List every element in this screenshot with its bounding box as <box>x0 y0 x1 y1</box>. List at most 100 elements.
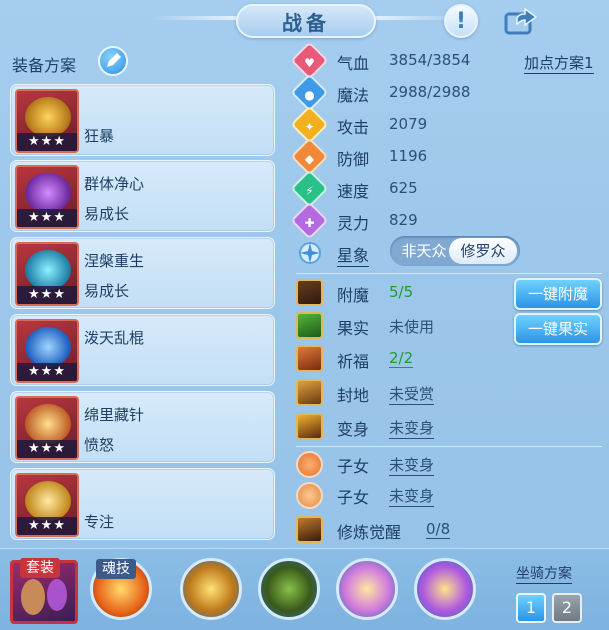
stat-value: 2079 <box>389 115 428 133</box>
aux-name: 果实 <box>337 319 370 338</box>
fruit-icon <box>296 312 323 339</box>
equipment-trait: 易成长 <box>84 205 130 223</box>
aux-value[interactable]: 未变身 <box>389 485 435 507</box>
defense-icon: ◆ <box>290 137 329 176</box>
equipment-thumbnail: ★★★ <box>15 242 79 306</box>
equipment-thumbnail: ★★★ <box>15 473 79 537</box>
equipment-slot-4[interactable]: ★★★ 泼天乱棍 <box>10 314 275 386</box>
aux-value[interactable]: 未变身 <box>389 417 435 439</box>
page-title: 战备 <box>282 10 330 35</box>
soul-tag: 魂技 <box>96 559 136 579</box>
equipment-skill: 泼天乱棍 <box>84 329 145 347</box>
spirit-icon: ✚ <box>290 201 329 240</box>
fief-icon <box>296 379 323 406</box>
stat-hp: ♥ 气血 3854/3854 <box>290 41 516 80</box>
heart-icon: ♥ <box>290 41 329 80</box>
stat-mp: ● 魔法 2988/2988 <box>290 73 516 112</box>
equipment-slot-6[interactable]: ★★★ 专注 <box>10 468 275 540</box>
stat-spirit: ✚ 灵力 829 <box>290 201 516 240</box>
stat-value: 2988/2988 <box>389 83 471 101</box>
aux-value: 5/5 <box>389 283 414 301</box>
stat-name: 攻击 <box>337 118 370 137</box>
item-art <box>25 250 71 290</box>
mount-plan-label[interactable]: 坐骑方案 <box>516 563 572 584</box>
xingxiang-option-left[interactable]: 非天众 <box>394 239 454 263</box>
child-icon <box>296 451 323 478</box>
title-plate: 战备 <box>236 4 376 38</box>
child-icon <box>296 482 323 509</box>
blessing-icon <box>296 345 323 372</box>
aux-name: 附魔 <box>337 286 370 305</box>
item-art <box>25 97 71 137</box>
equipment-trait: 愤怒 <box>84 436 115 454</box>
mount-plan-1[interactable]: 1 <box>516 593 546 623</box>
aux-value[interactable]: 2/2 <box>389 349 414 368</box>
equipment-trait: 易成长 <box>84 282 130 300</box>
skill-fist[interactable] <box>180 558 242 620</box>
star-rating: ★★★ <box>17 363 77 381</box>
share-icon[interactable] <box>503 6 539 36</box>
aux-name: 祈福 <box>337 352 370 371</box>
divider <box>296 446 602 447</box>
item-art <box>25 481 71 521</box>
stat-value: 829 <box>389 211 418 229</box>
star-rating: ★★★ <box>17 286 77 304</box>
equipment-slot-5[interactable]: ★★★ 绵里藏针 愤怒 <box>10 391 275 463</box>
exclamation-icon: ! <box>455 8 467 34</box>
stat-attack: ✦ 攻击 2079 <box>290 105 516 144</box>
equipment-thumbnail: ★★★ <box>15 319 79 383</box>
aux-value[interactable]: 0/8 <box>426 520 451 539</box>
stat-name: 魔法 <box>337 86 370 105</box>
stat-value: 1196 <box>389 147 428 165</box>
aux-value[interactable]: 未受赏 <box>389 383 435 405</box>
help-button[interactable]: ! <box>444 4 478 38</box>
xingxiang-toggle[interactable]: 非天众 修罗众 <box>390 236 520 266</box>
equipment-plan-label: 装备方案 <box>12 56 77 75</box>
cultivation-icon <box>296 516 323 543</box>
skill-chest[interactable] <box>336 558 398 620</box>
attribute-plan-link[interactable]: 加点方案1 <box>524 52 594 74</box>
transform-icon <box>296 413 323 440</box>
stat-name: 灵力 <box>337 214 370 233</box>
aux-name: 变身 <box>337 420 370 439</box>
star-rating: ★★★ <box>17 440 77 458</box>
aux-name: 封地 <box>337 386 370 405</box>
star-rating: ★★★ <box>17 517 77 535</box>
speed-icon: ⚡ <box>290 169 329 208</box>
stat-speed: ⚡ 速度 625 <box>290 169 516 208</box>
title-ornament-left <box>150 16 238 20</box>
aux-name: 子女 <box>337 488 370 507</box>
star-compass-icon <box>299 242 321 264</box>
equipment-slot-2[interactable]: ★★★ 群体净心 易成长 <box>10 160 275 232</box>
stat-name: 速度 <box>337 182 370 201</box>
title-bar: 战备 ! <box>0 0 609 40</box>
aux-name: 子女 <box>337 457 370 476</box>
aux-value[interactable]: 未变身 <box>389 454 435 476</box>
skill-moon[interactable] <box>414 558 476 620</box>
stat-name: 气血 <box>337 54 370 73</box>
equipment-skill: 绵里藏针 <box>84 406 145 424</box>
equipment-slot-1[interactable]: ★★★ 狂暴 <box>10 84 275 156</box>
stat-value: 3854/3854 <box>389 51 471 69</box>
suit-tag: 套装 <box>20 558 60 578</box>
item-art <box>25 173 71 213</box>
xingxiang-option-right[interactable]: 修罗众 <box>449 238 517 264</box>
pencil-icon <box>107 53 121 67</box>
stat-name: 防御 <box>337 150 370 169</box>
xingxiang-label[interactable]: 星象 <box>337 242 370 267</box>
auto-fruit-button[interactable]: 一键果实 <box>514 313 602 345</box>
aux-value: 未使用 <box>389 318 435 336</box>
mount-plan-2[interactable]: 2 <box>552 593 582 623</box>
item-art <box>25 404 71 444</box>
equipment-skill: 涅槃重生 <box>84 252 145 270</box>
auto-enchant-button[interactable]: 一键附魔 <box>514 278 602 310</box>
battle-prep-panel: 战备 ! 装备方案 ★★★ 狂暴 ★★★ 群体净心 易成长 ★★★ 涅槃重生 易… <box>0 0 609 630</box>
skill-warrior[interactable] <box>258 558 320 620</box>
aux-name: 修炼觉醒 <box>337 523 402 542</box>
edit-equipment-button[interactable] <box>98 46 128 76</box>
star-rating: ★★★ <box>17 133 77 151</box>
equipment-trait: 专注 <box>84 513 115 531</box>
stat-defense: ◆ 防御 1196 <box>290 137 516 176</box>
equipment-thumbnail: ★★★ <box>15 89 79 153</box>
equipment-slot-3[interactable]: ★★★ 涅槃重生 易成长 <box>10 237 275 309</box>
